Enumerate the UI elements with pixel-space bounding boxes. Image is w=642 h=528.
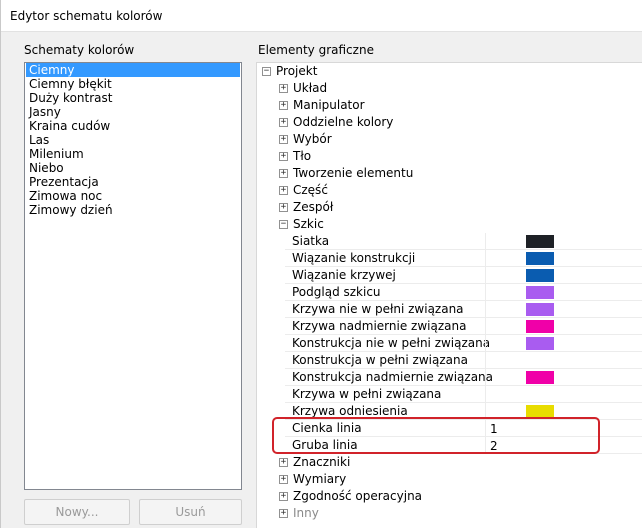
color-scheme-editor-window: Edytor schematu kolorów Schematy kolorów…: [0, 0, 642, 528]
tree-node-label: Wymiary: [293, 472, 347, 486]
scheme-list-item[interactable]: Zimowa noc: [26, 189, 240, 203]
column-divider: [485, 352, 486, 369]
graphic-elements-label: Elementy graficzne: [258, 43, 374, 57]
tree-node-label: Układ: [293, 81, 328, 95]
graphic-elements-tree[interactable]: − Projekt + Układ + Manipulator + Oddzielne k…: [256, 62, 642, 528]
property-row-wiazanie-krzywej[interactable]: Wiązanie krzywej: [285, 267, 642, 284]
collapse-icon[interactable]: −: [279, 220, 288, 229]
column-divider: [485, 386, 486, 403]
tree-node-label: Projekt: [276, 64, 318, 78]
color-swatch[interactable]: [526, 286, 554, 299]
column-divider: [485, 267, 486, 284]
expand-icon[interactable]: +: [279, 118, 288, 127]
scheme-list-item[interactable]: Duży kontrast: [26, 91, 240, 105]
expand-icon[interactable]: +: [279, 101, 288, 110]
tree-node-label: Tło: [293, 149, 312, 163]
delete-scheme-button[interactable]: Usuń: [139, 499, 242, 525]
expand-icon[interactable]: +: [279, 84, 288, 93]
color-swatch[interactable]: [526, 235, 554, 248]
color-swatch[interactable]: [526, 252, 554, 265]
color-swatch[interactable]: [526, 269, 554, 282]
expand-icon[interactable]: +: [279, 492, 288, 501]
tree-node-label: Szkic: [293, 217, 324, 231]
property-name: Krzywa nie w pełni związana: [292, 302, 464, 316]
title-bar: Edytor schematu kolorów: [1, 0, 642, 32]
expand-icon[interactable]: +: [279, 169, 288, 178]
tree-node-label: Oddzielne kolory: [293, 115, 394, 129]
property-row-podglad-szkicu[interactable]: Podgląd szkicu: [285, 284, 642, 301]
column-divider: [485, 250, 486, 267]
property-row-konstrukcja-w-pelni-zwiazana[interactable]: Konstrukcja w pełni związana: [285, 352, 642, 369]
scheme-list-item[interactable]: Kraina cudów: [26, 119, 240, 133]
property-row-krzywa-nie-w-pelni-zwiazana[interactable]: Krzywa nie w pełni związana: [285, 301, 642, 318]
tree-node-label: Zespół: [293, 200, 334, 214]
column-divider: [485, 301, 486, 318]
property-row-konstrukcja-nie-w-pelni-zwiazana[interactable]: Konstrukcja nie w pełni związana: [285, 335, 642, 352]
property-row-krzywa-w-pelni-zwiazana[interactable]: Krzywa w pełni związana: [285, 386, 642, 403]
expand-icon[interactable]: +: [279, 458, 288, 467]
column-divider: [485, 284, 486, 301]
property-name: Siatka: [292, 234, 330, 248]
schemes-listbox[interactable]: Ciemny Ciemny błękit Duży kontrast Jasny Kra…: [24, 62, 242, 490]
color-swatch[interactable]: [526, 371, 554, 384]
tree-node-label: Manipulator: [293, 98, 365, 112]
column-divider: [485, 369, 486, 386]
property-name: Wiązanie konstrukcji: [292, 251, 416, 265]
property-name: Konstrukcja nie w pełni związana: [292, 336, 491, 350]
property-name: Konstrukcja nadmiernie związana: [292, 370, 494, 384]
column-divider: [485, 318, 486, 335]
expand-icon[interactable]: +: [279, 152, 288, 161]
color-swatch[interactable]: [526, 303, 554, 316]
scheme-list-item[interactable]: Milenium: [26, 147, 240, 161]
tree-node-label: Wybór: [293, 132, 332, 146]
collapse-icon[interactable]: −: [262, 67, 271, 76]
property-name: Wiązanie krzywej: [292, 268, 396, 282]
color-swatch[interactable]: [526, 320, 554, 333]
new-scheme-button[interactable]: Nowy...: [24, 499, 130, 525]
highlight-box: [272, 417, 600, 454]
expand-icon[interactable]: +: [279, 186, 288, 195]
tree-node-label: Inny: [293, 506, 319, 520]
scheme-list-item[interactable]: Ciemny błękit: [26, 77, 240, 91]
tree-node-label: Znaczniki: [293, 455, 351, 469]
property-row-konstrukcja-nadmiernie-zwiazana[interactable]: Konstrukcja nadmiernie związana: [285, 369, 642, 386]
column-divider: [485, 233, 486, 250]
expand-icon[interactable]: +: [279, 509, 288, 518]
property-name: Krzywa w pełni związana: [292, 387, 442, 401]
expand-icon[interactable]: +: [279, 203, 288, 212]
tree-node-label: Część: [293, 183, 328, 197]
property-name: Podgląd szkicu: [292, 285, 381, 299]
property-name: Konstrukcja w pełni związana: [292, 353, 468, 367]
property-name: Krzywa nadmiernie związana: [292, 319, 467, 333]
scheme-list-item[interactable]: Zimowy dzień: [26, 203, 240, 217]
property-row-siatka[interactable]: Siatka: [285, 233, 642, 250]
color-swatch[interactable]: [526, 337, 554, 350]
window-title: Edytor schematu kolorów: [10, 9, 163, 23]
scheme-list-item[interactable]: Niebo: [26, 161, 240, 175]
expand-icon[interactable]: +: [279, 135, 288, 144]
expand-icon[interactable]: +: [279, 475, 288, 484]
tree-node-label: Zgodność operacyjna: [293, 489, 423, 503]
schemes-label: Schematy kolorów: [24, 43, 135, 57]
scheme-list-item[interactable]: Prezentacja: [26, 175, 240, 189]
scheme-list-item[interactable]: Jasny: [26, 105, 240, 119]
tree-node-label: Tworzenie elementu: [293, 166, 414, 180]
column-divider: [485, 335, 486, 352]
property-row-wiazanie-konstrukcji[interactable]: Wiązanie konstrukcji: [285, 250, 642, 267]
scheme-list-item[interactable]: Las: [26, 133, 240, 147]
property-row-krzywa-nadmiernie-zwiazana[interactable]: Krzywa nadmiernie związana: [285, 318, 642, 335]
scheme-list-item[interactable]: Ciemny: [26, 63, 240, 77]
